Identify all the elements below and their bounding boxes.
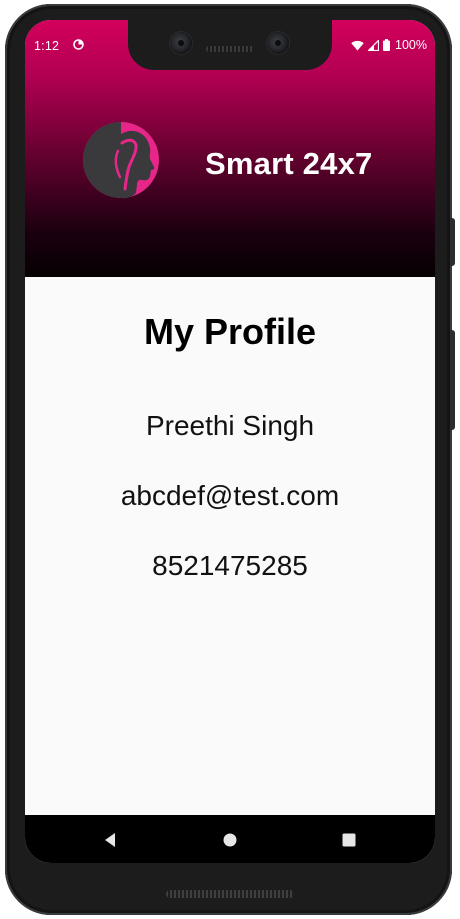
status-time: 1:12 (34, 39, 60, 53)
power-button (450, 218, 455, 266)
front-camera-icon (170, 32, 192, 54)
device: 1:12 100% Smart 24x7 My Profile Preethi … (0, 0, 460, 919)
back-icon[interactable] (100, 829, 122, 851)
profile-name: Preethi Singh (145, 410, 315, 441)
camera-notch (128, 20, 332, 70)
battery-percent: 100% (395, 38, 427, 52)
profile-email: abcdef@test.com (120, 480, 340, 511)
home-icon[interactable] (219, 829, 241, 851)
system-nav-bar (25, 815, 435, 863)
app-title: Smart 24x7 (205, 146, 373, 181)
front-camera-icon (267, 32, 289, 54)
woman-face-logo-icon (82, 121, 160, 199)
profile-phone: 8521475285 (152, 550, 308, 581)
wifi-icon (351, 40, 364, 51)
recents-icon[interactable] (338, 829, 360, 851)
profile-content: My Profile Preethi Singh abcdef@test.com… (25, 277, 435, 815)
data-saver-icon (73, 39, 84, 50)
volume-button (450, 330, 455, 430)
battery-icon (383, 39, 391, 51)
cell-signal-icon (368, 39, 380, 51)
app-header: 1:12 100% Smart 24x7 (25, 20, 435, 277)
screen: 1:12 100% Smart 24x7 My Profile Preethi … (25, 20, 435, 863)
page-title: My Profile (143, 311, 317, 352)
status-icons: 100% (351, 38, 427, 52)
bottom-speaker-grille (166, 890, 294, 898)
earpiece-speaker (206, 46, 254, 52)
